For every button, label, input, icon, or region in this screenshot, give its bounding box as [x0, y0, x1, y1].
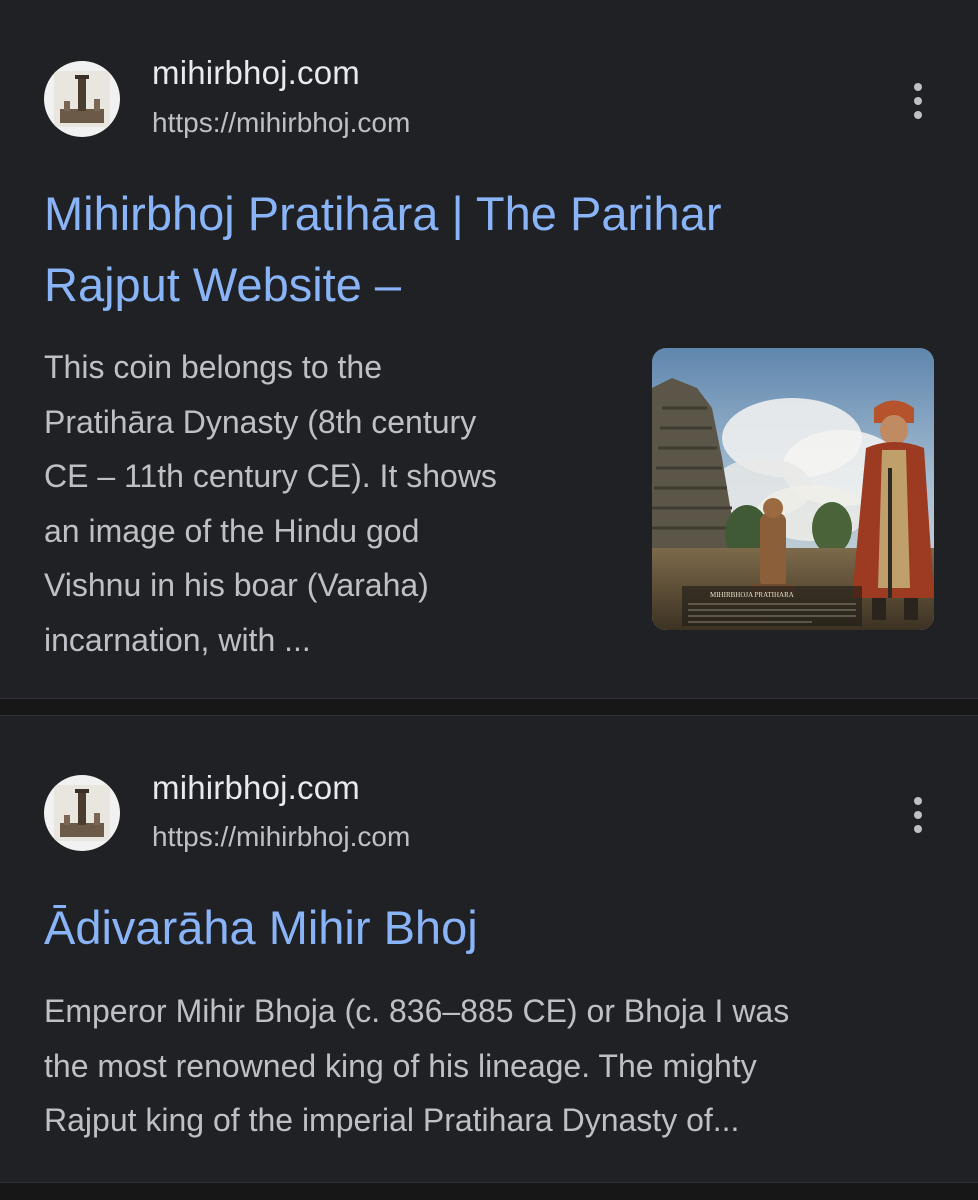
result-title-line-2[interactable]: Rajput Website –: [44, 258, 401, 311]
site-favicon-icon[interactable]: [44, 775, 120, 851]
result-title-line-1[interactable]: Mihirbhoj Pratihāra | The Parihar: [44, 187, 721, 240]
snippet-line: Emperor Mihir Bhoja (c. 836–885 CE) or B…: [44, 993, 790, 1029]
thumbnail-caption: MIHIRBHOJA PRATIHARA: [710, 591, 794, 599]
bottom-separator: [0, 1182, 978, 1200]
result-title-link[interactable]: Mihirbhoj Pratihāra | The Parihar Rajput…: [44, 178, 721, 320]
painting-thumbnail: MIHIRBHOJA PRATIHARA: [652, 348, 934, 630]
snippet-line: Pratihāra Dynasty (8th century: [44, 403, 477, 440]
snippet-line: an image of the Hindu god: [44, 512, 420, 549]
more-options-button[interactable]: [898, 76, 938, 126]
site-url[interactable]: https://mihirbhoj.com: [152, 821, 410, 853]
more-vert-icon: [914, 83, 922, 91]
search-results-page: mihirbhoj.com https://mihirbhoj.com Mihi…: [0, 0, 978, 1200]
site-name[interactable]: mihirbhoj.com: [152, 54, 360, 92]
snippet-line: incarnation, with ...: [44, 621, 311, 658]
result-title-link[interactable]: Ādivarāha Mihir Bhoj: [44, 892, 478, 963]
pillar-favicon-icon: [54, 71, 110, 127]
snippet-line: Rajput king of the imperial Pratihara Dy…: [44, 1102, 740, 1138]
pillar-favicon-icon: [54, 785, 110, 841]
snippet-line: CE – 11th century CE). It shows: [44, 458, 497, 494]
result-snippet: Emperor Mihir Bhoja (c. 836–885 CE) or B…: [44, 984, 789, 1148]
more-vert-icon: [914, 797, 922, 805]
site-name[interactable]: mihirbhoj.com: [152, 769, 360, 807]
site-url[interactable]: https://mihirbhoj.com: [152, 107, 410, 139]
more-options-button[interactable]: [898, 790, 938, 840]
search-result-card: mihirbhoj.com https://mihirbhoj.com Mihi…: [0, 0, 978, 698]
search-result-card: mihirbhoj.com https://mihirbhoj.com Ādiv…: [0, 716, 978, 1182]
snippet-line: This coin belongs to the: [44, 349, 382, 385]
snippet-line: Vishnu in his boar (Varaha): [44, 567, 429, 603]
site-favicon-icon[interactable]: [44, 61, 120, 137]
result-separator: [0, 698, 978, 716]
snippet-line: the most renowned king of his lineage. T…: [44, 1047, 757, 1084]
result-thumbnail-image[interactable]: MIHIRBHOJA PRATIHARA: [652, 348, 934, 630]
result-snippet: This coin belongs to the Pratihāra Dynas…: [44, 340, 497, 667]
